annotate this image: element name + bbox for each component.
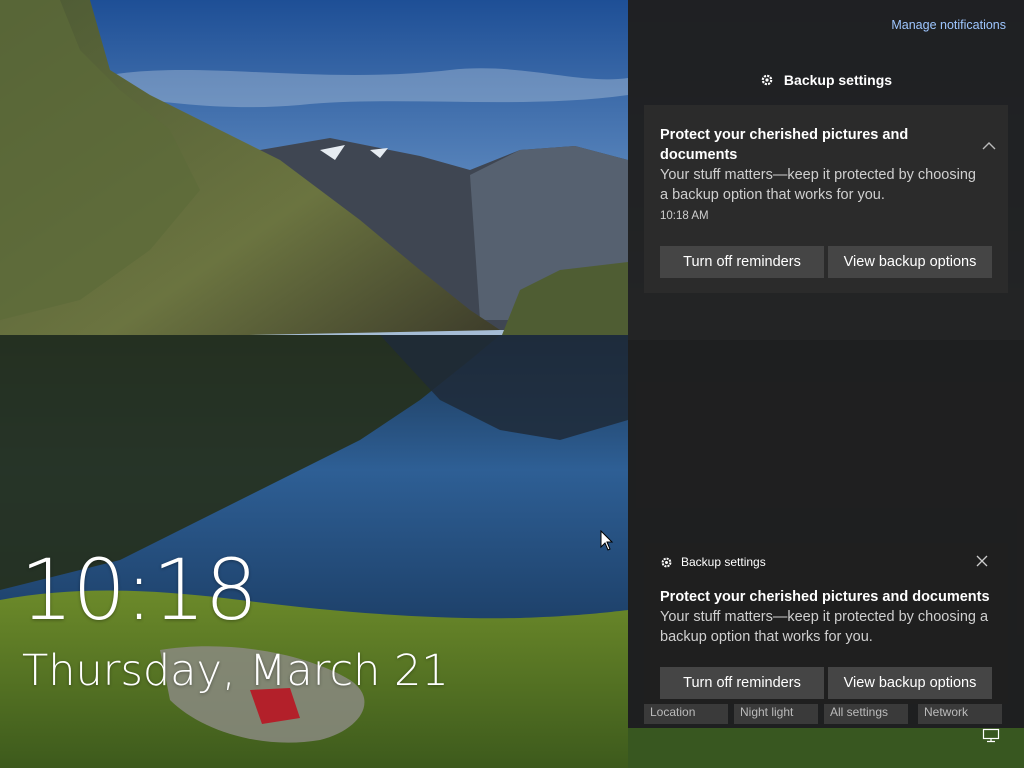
notification-time: 10:18 AM: [660, 210, 709, 222]
notification-body: Your stuff matters—keep it protected by …: [660, 167, 976, 203]
toast-title: Protect your cherished pictures and docu…: [660, 589, 990, 605]
close-icon[interactable]: [976, 554, 988, 572]
mouse-cursor-icon: [600, 529, 614, 557]
chevron-up-icon[interactable]: [982, 137, 996, 155]
group-header-label: Backup settings: [783, 72, 893, 88]
backup-toast-notification[interactable]: Backup settings Protect your cherished p…: [644, 543, 1008, 704]
notification-group-header[interactable]: Backup settings: [628, 72, 1024, 88]
action-center-icon[interactable]: [982, 728, 1000, 749]
toast-turn-off-reminders-button[interactable]: Turn off reminders: [660, 667, 824, 699]
view-backup-options-button[interactable]: View backup options: [828, 246, 992, 278]
manage-notifications-link[interactable]: Manage notifications: [891, 18, 1006, 32]
gear-icon: [760, 73, 774, 87]
notification-title: Protect your cherished pictures and docu…: [660, 127, 909, 163]
toast-body: Your stuff matters—keep it protected by …: [660, 609, 989, 645]
quick-action-all-settings[interactable]: All settings: [824, 704, 908, 724]
lock-screen-date: Thursday, March 21: [22, 646, 449, 696]
lock-screen-time: 10:18: [20, 541, 258, 639]
toast-view-backup-options-button[interactable]: View backup options: [828, 667, 992, 699]
turn-off-reminders-button[interactable]: Turn off reminders: [660, 246, 824, 278]
quick-action-location[interactable]: Location: [644, 704, 728, 724]
gear-icon: [660, 556, 673, 572]
backup-notification-card[interactable]: Protect your cherished pictures and docu…: [644, 105, 1008, 293]
quick-action-night-light[interactable]: Night light: [734, 704, 818, 724]
quick-action-network[interactable]: Network: [918, 704, 1002, 724]
toast-header: Backup settings: [660, 555, 766, 572]
toast-app-name: Backup settings: [681, 555, 766, 569]
